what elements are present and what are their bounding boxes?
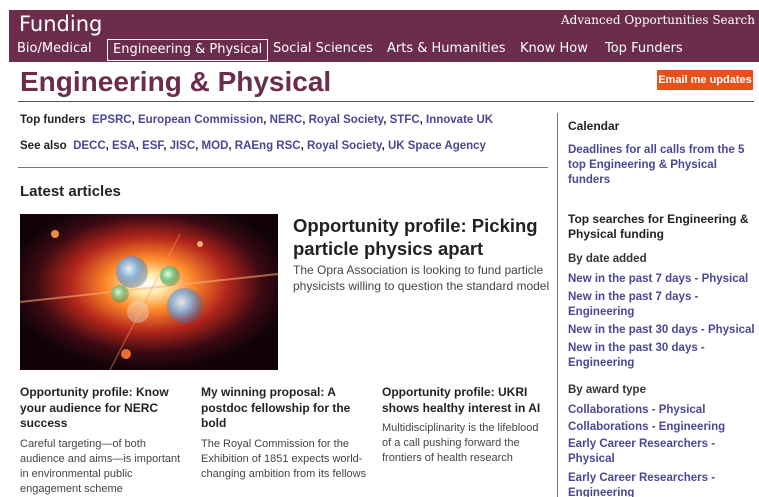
see-also-link-raeng-rsc[interactable]: RAEng RSC (235, 140, 301, 152)
see-also-link-esa[interactable]: ESA (112, 140, 136, 152)
see-also-label: See also (20, 140, 67, 152)
search-link-30-days-engineering[interactable]: New in the past 30 days - Engineering (568, 341, 756, 371)
feature-article-title[interactable]: Opportunity profile: Picking particle ph… (293, 214, 553, 260)
nav-top-funders[interactable]: Top Funders (600, 39, 688, 61)
top-searches-heading: Top searches for Engineering & Physical … (568, 212, 749, 241)
see-also-line: See also DECC, ESA, ESF, JISC, MOD, RAEn… (20, 140, 486, 152)
top-funders-line: Top funders EPSRC, European Commission, … (20, 114, 494, 126)
email-updates-button[interactable]: Email me updates (657, 70, 753, 90)
top-funders-label: Top funders (20, 114, 86, 126)
search-link-ecr-engineering[interactable]: Early Career Researchers - Engineering (568, 471, 756, 497)
content-divider (18, 167, 548, 168)
article-title-1[interactable]: Opportunity profile: Know your audience … (20, 385, 188, 432)
see-also-link-royal-society[interactable]: Royal Society (307, 140, 382, 152)
see-also-link-uk-space-agency[interactable]: UK Space Agency (388, 140, 486, 152)
search-link-30-days-physical[interactable]: New in the past 30 days - Physical (568, 323, 756, 338)
by-date-label: By date added (568, 253, 647, 265)
article-description-3: Multidisciplinarity is the lifeblood of … (382, 422, 539, 464)
site-brand[interactable]: Funding (19, 12, 102, 36)
article-title-3[interactable]: Opportunity profile: UKRI shows healthy … (382, 385, 548, 416)
funder-link-royal-society[interactable]: Royal Society (309, 114, 384, 126)
see-also-link-decc[interactable]: DECC (73, 140, 106, 152)
calendar-heading: Calendar (568, 119, 620, 133)
feature-article-image[interactable] (20, 214, 278, 370)
see-also-link-mod[interactable]: MOD (202, 140, 229, 152)
nav-social-sciences[interactable]: Social Sciences (268, 39, 378, 61)
funder-link-european-commission[interactable]: European Commission (138, 114, 263, 126)
page-title: Engineering & Physical (20, 66, 332, 97)
search-link-ecr-physical[interactable]: Early Career Researchers - Physical (568, 437, 756, 467)
search-link-7-days-physical[interactable]: New in the past 7 days - Physical (568, 272, 756, 287)
site-header: Funding Advanced Opportunities Search Bi… (9, 10, 759, 62)
funder-link-nerc[interactable]: NERC (270, 114, 303, 126)
nav-know-how[interactable]: Know How (515, 39, 593, 61)
by-award-label: By award type (568, 384, 646, 396)
calendar-deadlines-link[interactable]: Deadlines for all calls from the 5 top E… (568, 143, 756, 188)
sidebar-divider (557, 113, 558, 497)
search-link-7-days-engineering[interactable]: New in the past 7 days - Engineering (568, 290, 756, 320)
latest-articles-heading: Latest articles (20, 183, 121, 200)
funder-link-innovate-uk[interactable]: Innovate UK (426, 114, 493, 126)
nav-arts-humanities[interactable]: Arts & Humanities (382, 39, 511, 61)
main-nav: Bio/Medical Engineering & Physical Socia… (9, 37, 759, 62)
funder-link-epsrc[interactable]: EPSRC (92, 114, 132, 126)
article-description-2: The Royal Commission for the Exhibition … (201, 438, 367, 480)
advanced-search-link[interactable]: Advanced Opportunities Search (561, 13, 755, 27)
nav-engineering-physical[interactable]: Engineering & Physical (107, 39, 269, 61)
search-link-collaborations-physical[interactable]: Collaborations - Physical (568, 403, 756, 418)
article-description-1: Careful targeting—of both audience and a… (20, 438, 181, 495)
funder-link-stfc[interactable]: STFC (390, 114, 420, 126)
feature-article-description: The Opra Association is looking to fund … (293, 263, 550, 293)
see-also-link-jisc[interactable]: JISC (170, 140, 196, 152)
nav-bio-medical[interactable]: Bio/Medical (12, 39, 97, 61)
search-link-collaborations-engineering[interactable]: Collaborations - Engineering (568, 420, 756, 435)
title-divider (18, 101, 754, 102)
article-title-2[interactable]: My winning proposal: A postdoc fellowshi… (201, 385, 363, 432)
see-also-link-esf[interactable]: ESF (142, 140, 163, 152)
